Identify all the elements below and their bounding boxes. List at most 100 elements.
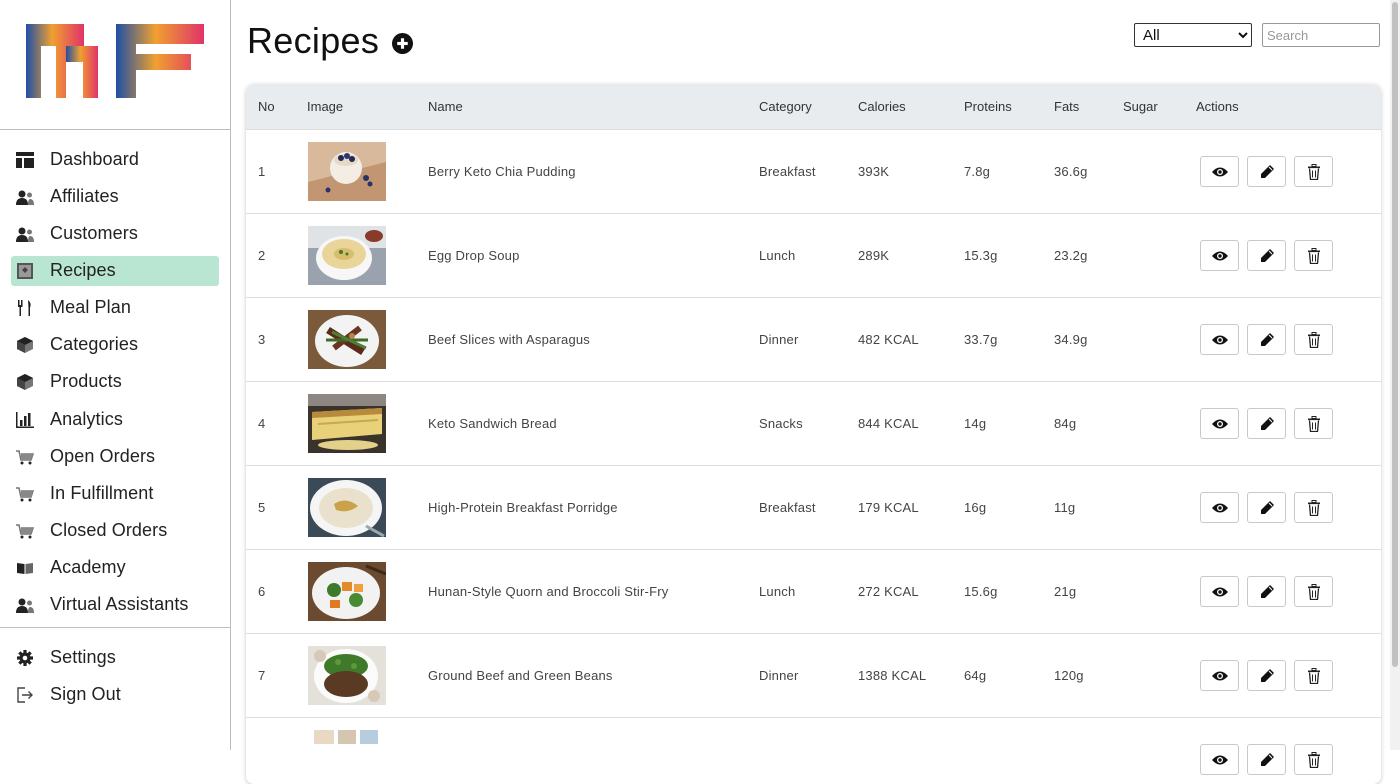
cart-icon (16, 449, 35, 465)
sidebar-item-label: Affiliates (50, 186, 119, 206)
delete-button[interactable] (1294, 324, 1333, 355)
view-button[interactable] (1200, 324, 1239, 355)
sidebar-item-meal-plan[interactable]: Meal Plan (11, 293, 219, 323)
table-row: 2 Egg Drop Soup Lunch 289K 15.3g 23.2g (246, 214, 1381, 298)
sidebar-item-open-orders[interactable]: Open Orders (11, 442, 219, 472)
sidebar-item-sign-out[interactable]: Sign Out (11, 680, 219, 710)
cell-fats: 120g (1054, 668, 1084, 683)
cell-category: Breakfast (759, 164, 816, 179)
edit-button[interactable] (1247, 576, 1286, 607)
column-header-sugar[interactable]: Sugar (1123, 99, 1158, 114)
delete-button[interactable] (1294, 660, 1333, 691)
edit-button[interactable] (1247, 240, 1286, 271)
sidebar-item-label: Academy (50, 557, 126, 577)
view-button[interactable] (1200, 492, 1239, 523)
porridge-photo (308, 478, 386, 537)
delete-icon (1306, 163, 1322, 180)
table-row: 5 High-Protein Breakfast Porridge Breakfas… (246, 466, 1381, 550)
view-button[interactable] (1200, 240, 1239, 271)
cell-proteins: 15.3g (964, 248, 998, 263)
quorn-broccoli-photo (308, 562, 386, 621)
edit-button[interactable] (1247, 744, 1286, 775)
sidebar-item-label: Dashboard (50, 149, 139, 169)
sidebar-divider (0, 129, 230, 130)
cell-category: Dinner (759, 668, 799, 683)
edit-button[interactable] (1247, 660, 1286, 691)
column-header-no[interactable]: No (258, 99, 275, 114)
cell-calories: 179 KCAL (858, 500, 919, 515)
delete-icon (1306, 415, 1322, 432)
scrollbar-thumb[interactable] (1392, 2, 1398, 667)
sidebar-item-virtual-assistants[interactable]: Virtual Assistants (11, 590, 219, 620)
view-icon (1211, 500, 1228, 516)
search-input[interactable] (1262, 23, 1380, 47)
view-button[interactable] (1200, 744, 1239, 775)
sidebar-item-closed-orders[interactable]: Closed Orders (11, 516, 219, 546)
sidebar-item-products[interactable]: Products (11, 367, 219, 397)
column-header-name[interactable]: Name (428, 99, 463, 114)
category-filter-select[interactable]: All (1134, 23, 1252, 47)
cell-fats: 21g (1054, 584, 1077, 599)
edit-icon (1259, 500, 1275, 516)
page-scrollbar[interactable] (1390, 0, 1400, 750)
view-button[interactable] (1200, 156, 1239, 187)
cell-fats: 11g (1054, 500, 1076, 515)
cell-name: Egg Drop Soup (428, 248, 520, 263)
edit-icon (1259, 248, 1275, 264)
cell-no: 2 (258, 248, 266, 263)
delete-button[interactable] (1294, 576, 1333, 607)
cell-name: Beef Slices with Asparagus (428, 332, 591, 347)
edit-button[interactable] (1247, 156, 1286, 187)
edit-button[interactable] (1247, 324, 1286, 355)
cell-no: 1 (258, 164, 266, 179)
sidebar-item-label: In Fulfillment (50, 483, 154, 503)
sidebar-item-in-fulfillment[interactable]: In Fulfillment (11, 479, 219, 509)
chia-pudding-photo (308, 142, 386, 201)
cell-no: 3 (258, 332, 266, 347)
mf-logo[interactable] (26, 22, 206, 100)
sidebar-item-analytics[interactable]: Analytics (11, 405, 219, 435)
column-header-fats[interactable]: Fats (1054, 99, 1079, 114)
cell-proteins: 7.8g (964, 164, 991, 179)
view-button[interactable] (1200, 576, 1239, 607)
sidebar: Dashboard Affiliates Customers Recipes Meal … (0, 0, 231, 750)
sign-out-icon (16, 687, 34, 703)
sidebar-item-label: Products (50, 371, 122, 391)
plus-circle-icon[interactable] (392, 33, 413, 54)
sidebar-item-customers[interactable]: Customers (11, 219, 219, 249)
sidebar-item-label: Customers (50, 223, 138, 243)
cell-category: Snacks (759, 416, 803, 431)
delete-button[interactable] (1294, 492, 1333, 523)
sidebar-item-affiliates[interactable]: Affiliates (11, 182, 219, 212)
table-row (246, 718, 1381, 784)
delete-button[interactable] (1294, 744, 1333, 775)
cell-fats: 36.6g (1054, 164, 1088, 179)
sidebar-item-label: Closed Orders (50, 520, 168, 540)
sidebar-item-label: Open Orders (50, 446, 156, 466)
column-header-proteins[interactable]: Proteins (964, 99, 1012, 114)
sidebar-item-dashboard[interactable]: Dashboard (11, 145, 219, 175)
cell-calories: 482 KCAL (858, 332, 919, 347)
view-button[interactable] (1200, 660, 1239, 691)
delete-button[interactable] (1294, 408, 1333, 439)
table-header: No Image Name Category Calories Proteins… (246, 84, 1381, 130)
column-header-calories[interactable]: Calories (858, 99, 906, 114)
edit-button[interactable] (1247, 408, 1286, 439)
dashboard-icon (16, 152, 34, 168)
edit-button[interactable] (1247, 492, 1286, 523)
column-header-category[interactable]: Category (759, 99, 812, 114)
sidebar-item-recipes[interactable]: Recipes (11, 256, 219, 286)
column-header-image[interactable]: Image (307, 99, 343, 114)
sidebar-item-label: Sign Out (50, 684, 121, 704)
delete-button[interactable] (1294, 156, 1333, 187)
beef-green-beans-photo (308, 646, 386, 705)
gear-icon (16, 650, 34, 666)
sidebar-item-settings[interactable]: Settings (11, 643, 219, 673)
sidebar-item-categories[interactable]: Categories (11, 330, 219, 360)
sidebar-item-label: Meal Plan (50, 297, 131, 317)
table-row: 6 Hunan-Style Quorn and Broccoli Stir-Fry… (246, 550, 1381, 634)
delete-button[interactable] (1294, 240, 1333, 271)
sidebar-item-academy[interactable]: Academy (11, 553, 219, 583)
delete-icon (1306, 751, 1322, 768)
view-button[interactable] (1200, 408, 1239, 439)
